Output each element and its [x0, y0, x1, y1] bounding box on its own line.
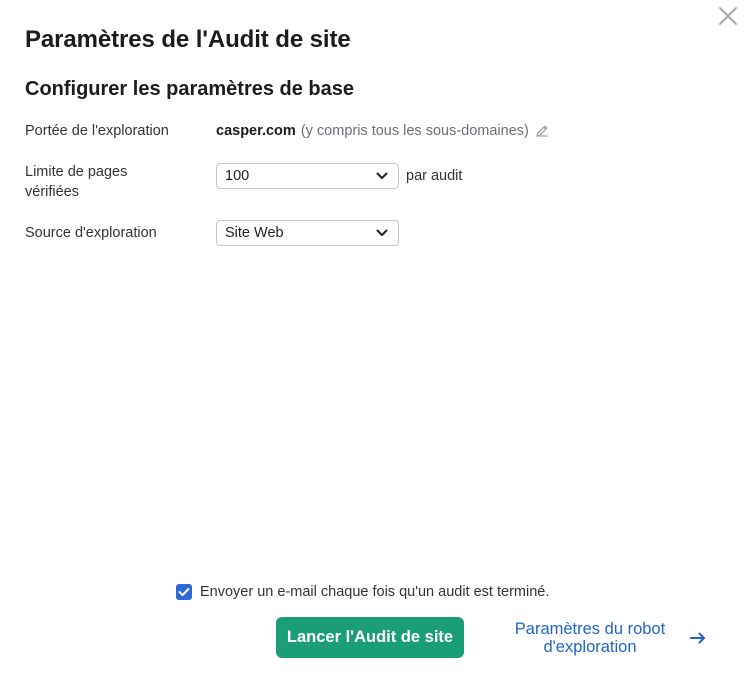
- page-limit-value: 100: [225, 168, 250, 184]
- crawl-source-value: Site Web: [225, 225, 284, 241]
- page-limit-label: Limite de pages vérifiées: [25, 162, 127, 202]
- crawl-source-select[interactable]: Site Web: [216, 220, 399, 246]
- scope-hint: (y compris tous les sous-domaines): [300, 123, 529, 139]
- email-notification-row: Envoyer un e-mail chaque fois qu'un audi…: [176, 584, 549, 600]
- page-limit-suffix: par audit: [406, 168, 463, 184]
- arrow-right-icon: [690, 632, 705, 644]
- scope-value: casper.com (y compris tous les sous-doma…: [216, 121, 550, 141]
- email-checkbox[interactable]: [176, 584, 192, 600]
- crawler-settings-label-line1: Paramètres du robot: [514, 620, 666, 638]
- crawl-source-label: Source d'exploration: [25, 225, 157, 241]
- pencil-icon[interactable]: [534, 123, 550, 139]
- section-title: Configurer les paramètres de base: [25, 78, 355, 100]
- page-limit-label-line2: vérifiées: [25, 184, 79, 200]
- page-limit-label-line1: Limite de pages: [25, 164, 128, 180]
- launch-audit-button[interactable]: Lancer l'Audit de site: [276, 617, 464, 658]
- chevron-down-icon: [376, 172, 388, 179]
- scope-label: Portée de l'exploration: [25, 123, 169, 139]
- scope-domain: casper.com: [216, 123, 296, 139]
- crawler-settings-label: Paramètres du robot d'exploration: [500, 620, 680, 656]
- crawler-settings-link[interactable]: Paramètres du robot d'exploration: [500, 620, 710, 656]
- page-limit-select[interactable]: 100: [216, 163, 399, 189]
- crawler-settings-label-line2: d'exploration: [543, 638, 637, 656]
- email-checkbox-label: Envoyer un e-mail chaque fois qu'un audi…: [200, 584, 550, 600]
- close-icon[interactable]: [716, 4, 740, 28]
- chevron-down-icon: [376, 229, 388, 236]
- check-icon: [178, 588, 190, 596]
- dialog-title: Paramètres de l'Audit de site: [25, 26, 351, 53]
